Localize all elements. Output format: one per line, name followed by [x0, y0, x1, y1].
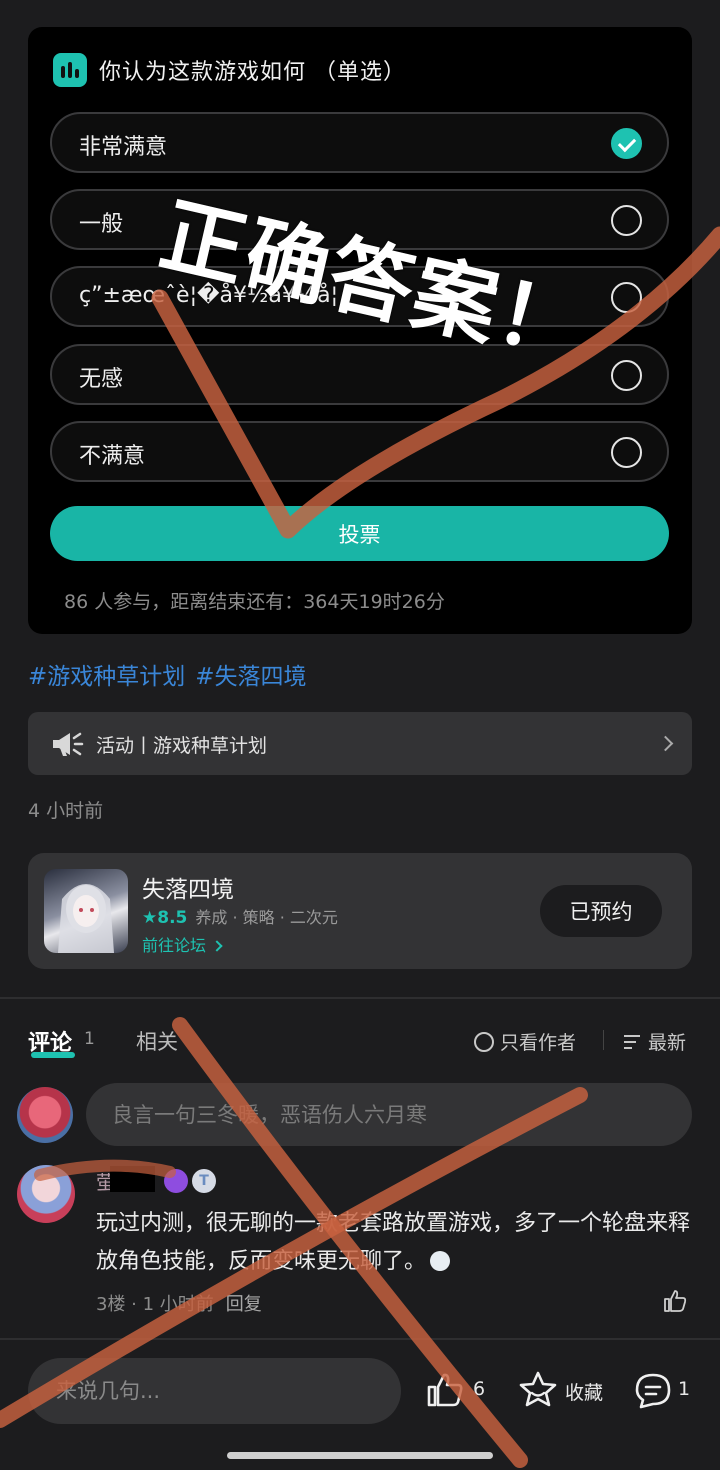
comment-icon[interactable] [632, 1370, 674, 1412]
poll-header: 你认为这款游戏如何 （单选） [53, 53, 406, 87]
home-indicator[interactable] [227, 1452, 493, 1459]
favorite-label[interactable]: 收藏 [565, 1378, 603, 1405]
sort-separator [603, 1030, 604, 1050]
author-only-toggle[interactable]: 只看作者 [474, 1028, 576, 1055]
megaphone-icon [53, 732, 84, 756]
tab-related[interactable]: 相关 [136, 1026, 178, 1056]
post-time: 4 小时前 [28, 800, 104, 822]
poll-option-label: 非常满意 [79, 135, 168, 160]
poll-title: 你认为这款游戏如何 （单选） [99, 60, 406, 85]
comment-meta: 3楼 · 1 小时前 回复 [96, 1290, 262, 1316]
radio-icon[interactable] [611, 437, 642, 468]
like-icon[interactable] [662, 1288, 688, 1314]
level-badge: T [192, 1169, 216, 1193]
game-genres: 养成 · 策略 · 二次元 [195, 908, 338, 927]
activity-banner[interactable]: 活动丨游戏种草计划 [28, 712, 692, 775]
chevron-right-icon [657, 735, 674, 752]
redacted-name [110, 1166, 155, 1192]
poll-participation-text: 86 人参与，距离结束还有：364天19时26分 [64, 591, 445, 613]
reserved-button[interactable]: 已预约 [540, 885, 662, 937]
radio-icon[interactable] [611, 360, 642, 391]
tab-active-indicator [31, 1052, 75, 1058]
forum-link-label: 前往论坛 [142, 936, 207, 955]
poll-option-label: 一般 [79, 212, 124, 237]
radio-icon[interactable] [611, 205, 642, 236]
activity-label: 活动丨游戏种草计划 [96, 735, 268, 757]
bottom-comment-input[interactable] [28, 1358, 401, 1424]
poll-option-5[interactable]: 不满意 [50, 421, 669, 482]
like-count: 6 [473, 1378, 486, 1400]
vote-button[interactable]: 投票 [50, 506, 669, 561]
poll-option-label: 不满意 [79, 444, 146, 469]
game-cover-image [44, 869, 128, 953]
game-name: 失落四境 [142, 877, 234, 903]
bottom-divider [0, 1338, 720, 1340]
game-score: ★8.5 [142, 908, 188, 928]
reply-button[interactable]: 回复 [226, 1294, 262, 1315]
poll-chart-icon [53, 53, 87, 87]
chevron-right-icon [211, 940, 223, 952]
comment-body: 玩过内测，很无聊的一款老套路放置游戏，多了一个轮盘来释放角色技能，反而变味更无聊… [96, 1211, 691, 1274]
radio-icon[interactable] [611, 282, 642, 313]
tag-link[interactable]: #游戏种草计划 [28, 664, 185, 690]
poll-option-1[interactable]: 非常满意 [50, 112, 669, 173]
sort-label: 最新 [648, 1032, 687, 1054]
comment-count: 1 [678, 1378, 691, 1400]
game-meta: ★8.5 养成 · 策略 · 二次元 [142, 904, 338, 928]
comment-floor-time: 3楼 · 1 小时前 [96, 1294, 214, 1315]
commenter-avatar[interactable] [17, 1165, 75, 1223]
checked-radio-icon[interactable] [611, 128, 642, 159]
forum-link[interactable]: 前往论坛 [142, 932, 223, 956]
my-avatar[interactable] [17, 1087, 73, 1143]
topic-tags: #游戏种草计划 #失落四境 [28, 657, 317, 691]
author-only-label: 只看作者 [500, 1032, 577, 1054]
comment-input[interactable] [86, 1083, 692, 1146]
tag-link[interactable]: #失落四境 [195, 664, 306, 690]
section-divider [0, 997, 720, 999]
gamepad-badge-icon [164, 1169, 188, 1193]
emoji-icon [430, 1251, 451, 1271]
poll-option-label: 无感 [79, 367, 124, 392]
circle-icon [474, 1031, 494, 1052]
like-icon[interactable] [425, 1370, 465, 1410]
game-card[interactable]: 失落四境 ★8.5 养成 · 策略 · 二次元 前往论坛 已预约 [28, 853, 692, 969]
comment-text: 玩过内测，很无聊的一款老套路放置游戏，多了一个轮盘来释放角色技能，反而变味更无聊… [96, 1205, 696, 1281]
sort-icon [624, 1034, 642, 1050]
comments-count: 1 [84, 1029, 95, 1049]
star-icon[interactable] [517, 1369, 559, 1411]
sort-toggle[interactable]: 最新 [624, 1028, 686, 1055]
